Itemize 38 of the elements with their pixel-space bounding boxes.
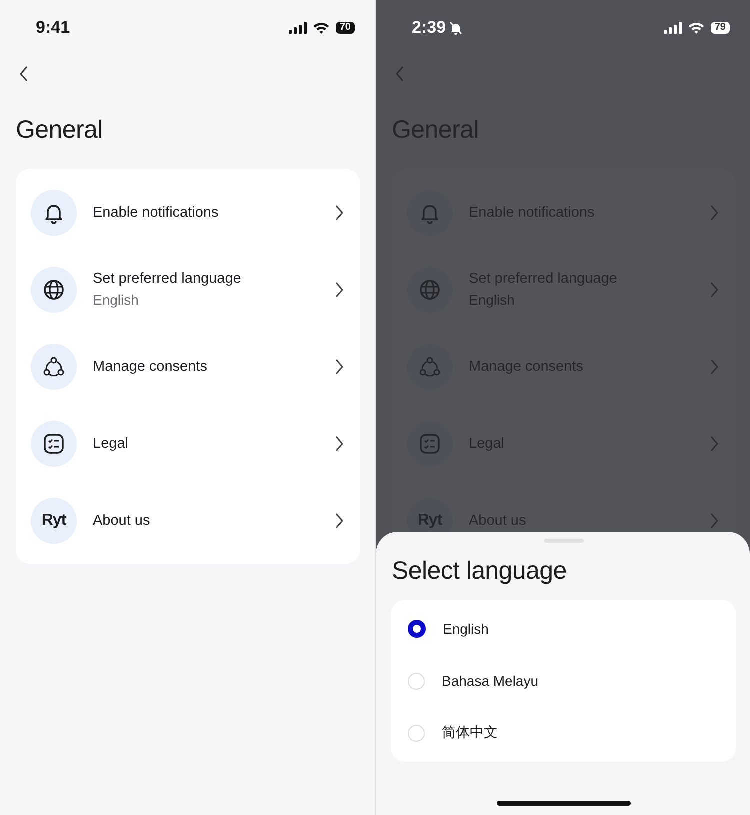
item-label: Enable notifications <box>93 204 220 220</box>
logo: Ryt <box>42 512 66 530</box>
chevron-right-icon <box>335 512 344 528</box>
language-option[interactable]: 简体中文 <box>391 707 736 759</box>
menu-item[interactable]: Manage consents <box>16 328 360 405</box>
chevron-right-icon <box>335 204 344 220</box>
battery-indicator: 79 <box>710 22 730 34</box>
item-label: About us <box>93 512 152 528</box>
sheet-title: Select language <box>392 557 568 586</box>
option-label: English <box>443 621 489 637</box>
wifi-icon <box>312 22 330 34</box>
item-value: English <box>93 292 140 308</box>
menu-item[interactable]: Legal <box>16 405 360 482</box>
signal-icon <box>288 22 307 34</box>
wifi-icon <box>688 22 705 34</box>
chevron-right-icon <box>335 436 344 452</box>
network-icon <box>43 356 65 378</box>
status-time: 9:41 <box>36 18 70 38</box>
option-label: 简体中文 <box>442 724 498 742</box>
language-option[interactable]: English <box>391 603 736 655</box>
chevron-left-icon <box>19 66 29 82</box>
checklist-icon <box>43 432 65 454</box>
item-label: Set preferred language <box>93 271 242 287</box>
language-option[interactable]: Bahasa Melayu <box>391 655 736 707</box>
globe-icon <box>43 278 65 300</box>
radio-button[interactable] <box>408 620 426 638</box>
battery-indicator: 70 <box>336 22 355 34</box>
item-label: Manage consents <box>93 358 208 374</box>
chevron-right-icon <box>335 282 344 298</box>
menu-item[interactable]: Set preferred language English <box>16 251 360 328</box>
page-title: General <box>16 116 104 145</box>
option-label: Bahasa Melayu <box>442 673 539 689</box>
status-time: 2:39 <box>412 18 446 38</box>
signal-icon <box>664 22 682 34</box>
menu-item[interactable]: Ryt About us <box>16 482 360 559</box>
chevron-right-icon <box>335 358 344 374</box>
item-label: Legal <box>93 436 130 452</box>
menu-item[interactable]: Enable notifications <box>16 174 360 251</box>
